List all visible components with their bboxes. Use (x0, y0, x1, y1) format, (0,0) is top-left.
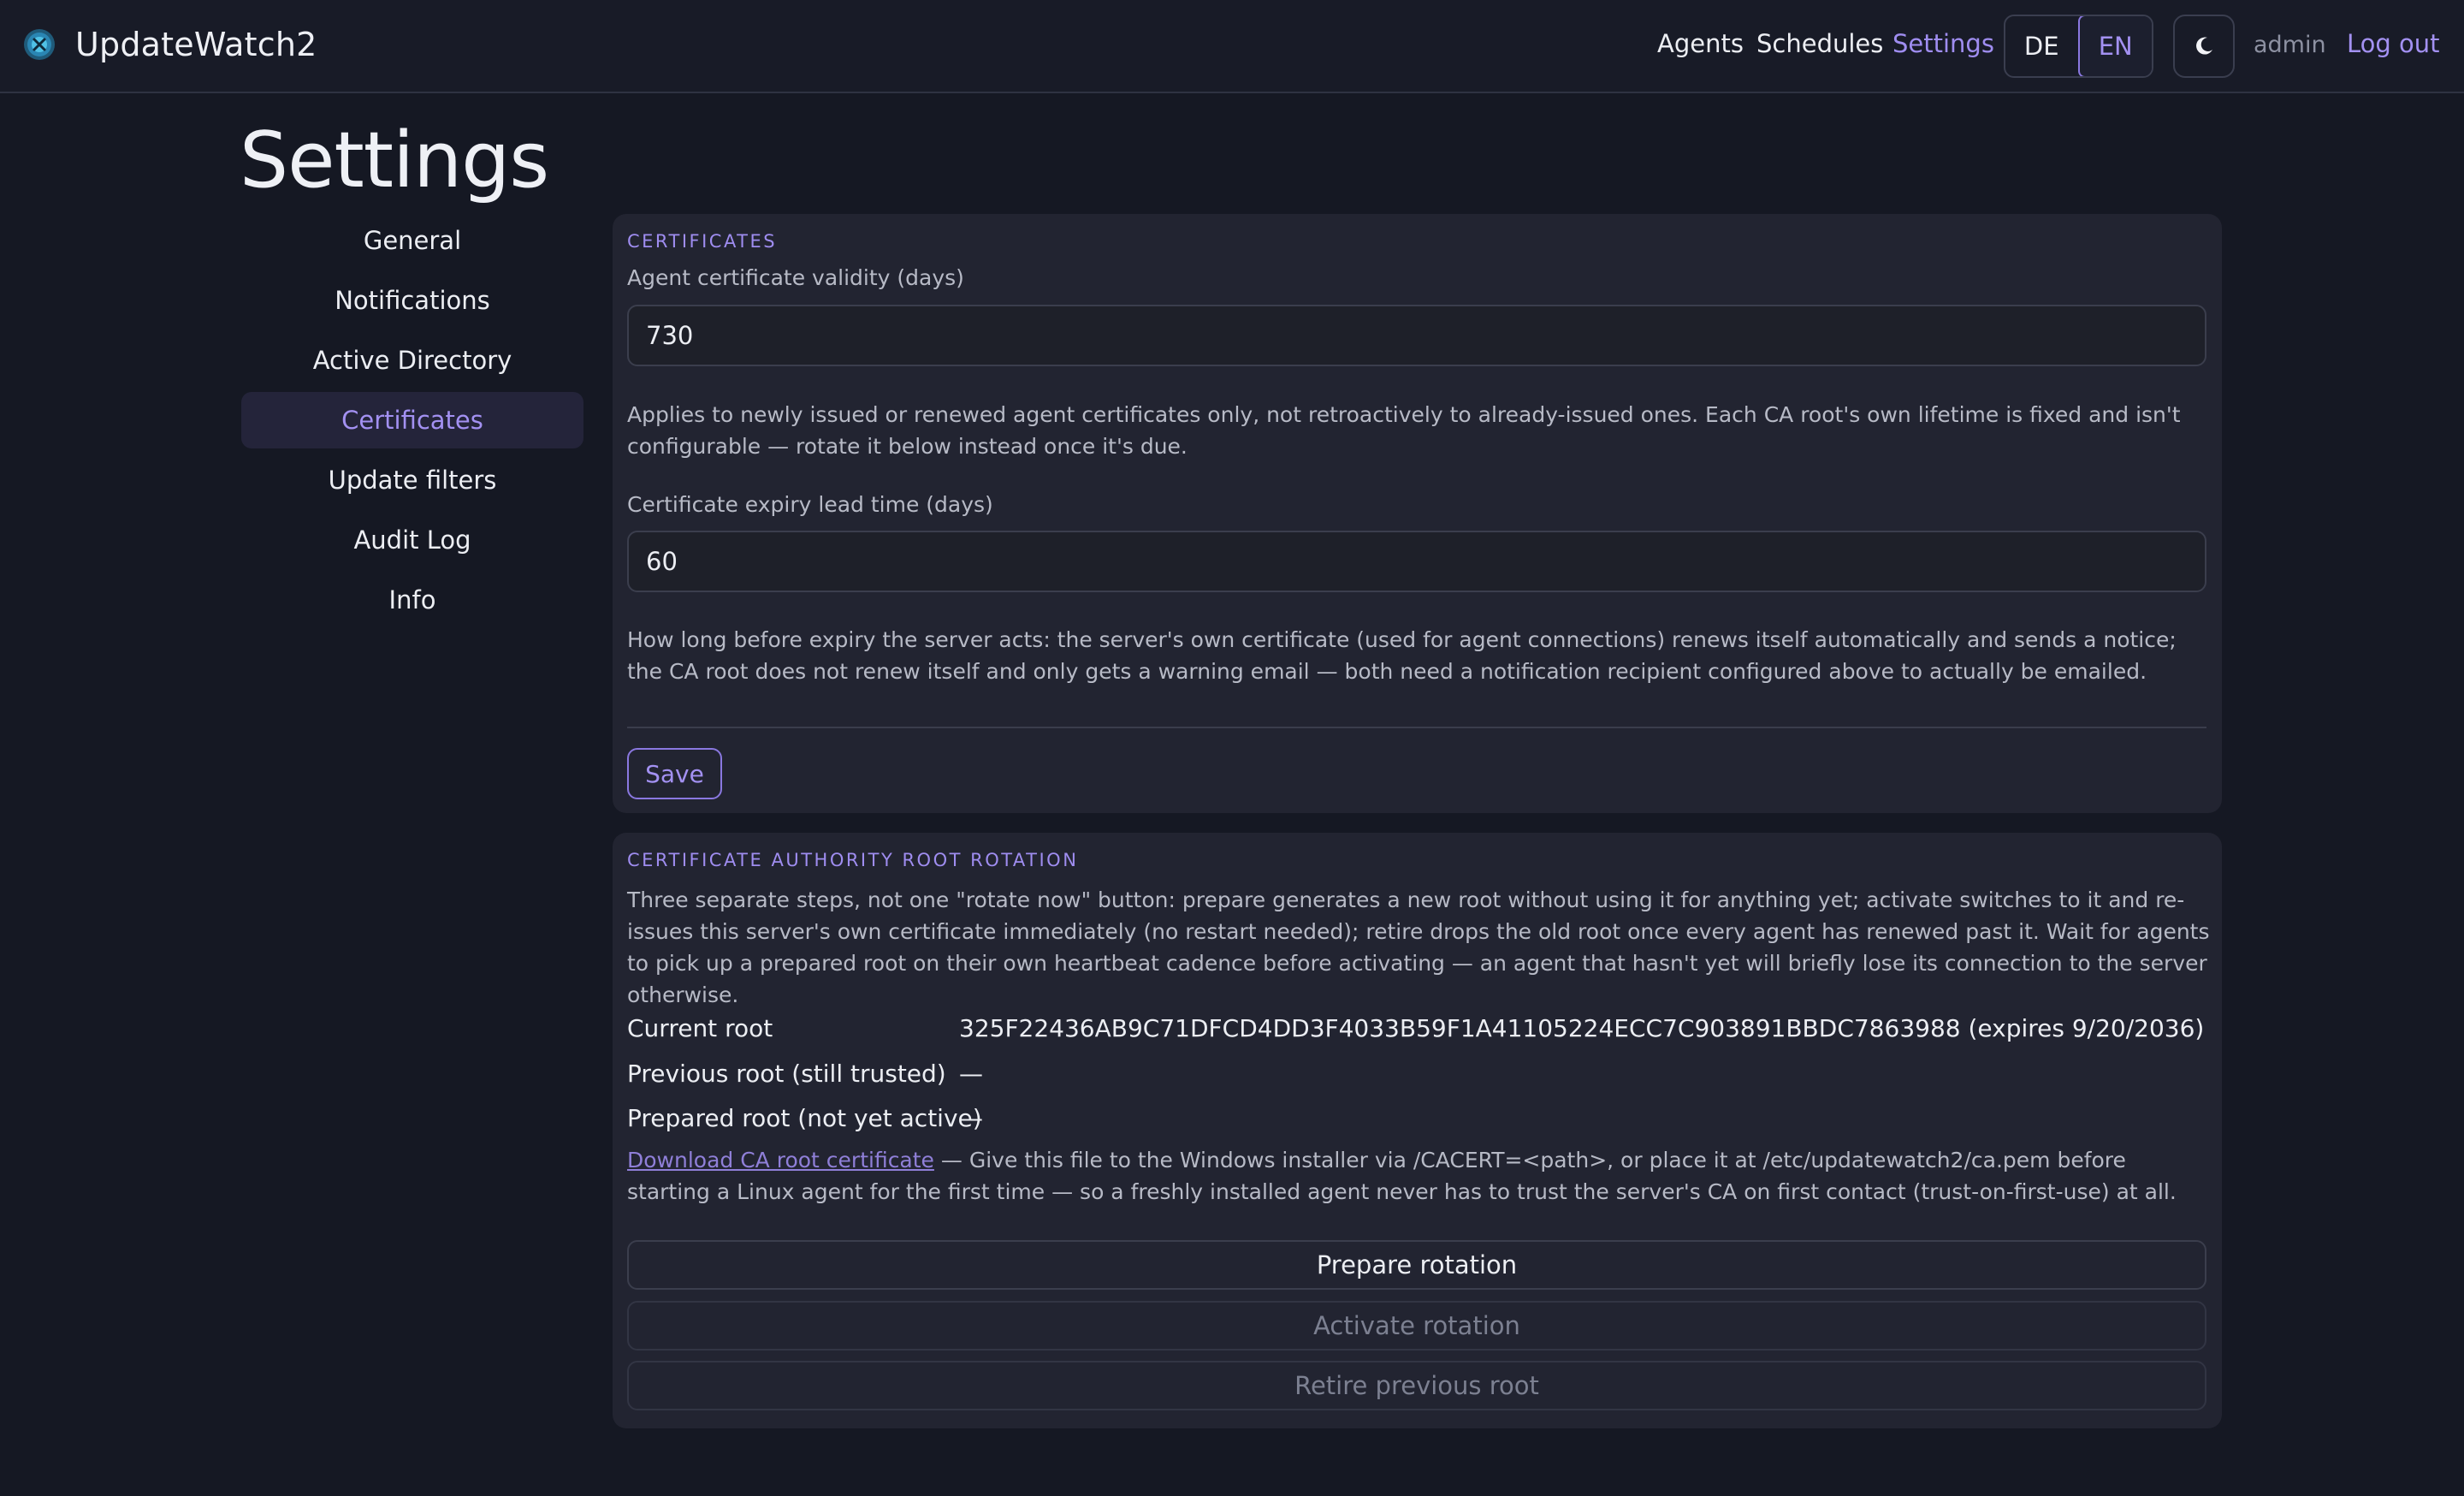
previous-root-label: Previous root (still trusted) (627, 1060, 946, 1088)
certificates-section-title: CERTIFICATES (627, 231, 778, 252)
brand[interactable]: UpdateWatch2 (22, 26, 317, 63)
panel-divider (627, 727, 2206, 728)
language-de-button[interactable]: DE (2005, 16, 2078, 76)
top-bar: UpdateWatch2 Agents Schedules Settings D… (0, 0, 2464, 93)
rotation-section-title: CERTIFICATE AUTHORITY ROOT ROTATION (627, 850, 1079, 870)
validity-label: Agent certificate validity (days) (627, 265, 964, 290)
language-en-button[interactable]: EN (2077, 16, 2152, 76)
nav-schedules[interactable]: Schedules (1756, 29, 1883, 58)
certificates-panel: CERTIFICATES Agent certificate validity … (613, 214, 2222, 813)
lead-time-help-text: How long before expiry the server acts: … (627, 627, 2177, 684)
download-ca-link[interactable]: Download CA root certificate (627, 1148, 934, 1172)
settings-sidebar: General Notifications Active Directory C… (241, 212, 583, 632)
nav-settings[interactable]: Settings (1892, 29, 1994, 58)
theme-toggle-button[interactable] (2173, 15, 2235, 78)
lead-time-label: Certificate expiry lead time (days) (627, 492, 993, 517)
retire-previous-root-button[interactable]: Retire previous root (627, 1361, 2206, 1410)
current-root-label: Current root (627, 1014, 773, 1042)
rotation-description: Three separate steps, not one "rotate no… (627, 888, 2210, 1007)
sidebar-item-update-filters[interactable]: Update filters (241, 452, 583, 508)
sidebar-item-certificates[interactable]: Certificates (241, 392, 583, 448)
sidebar-item-info[interactable]: Info (241, 572, 583, 628)
prepare-rotation-button[interactable]: Prepare rotation (627, 1240, 2206, 1290)
sidebar-item-active-directory[interactable]: Active Directory (241, 332, 583, 389)
prepared-root-value: — (959, 1104, 983, 1132)
ca-root-rotation-panel: CERTIFICATE AUTHORITY ROOT ROTATION Thre… (613, 833, 2222, 1428)
current-root-value: 325F22436AB9C71DFCD4DD3F4033B59F1A411052… (959, 1014, 2205, 1042)
sidebar-item-notifications[interactable]: Notifications (241, 272, 583, 329)
logout-link[interactable]: Log out (2347, 29, 2440, 58)
lead-time-input[interactable] (627, 531, 2206, 592)
nav-agents[interactable]: Agents (1657, 29, 1744, 58)
app-title: UpdateWatch2 (75, 26, 317, 63)
previous-root-value: — (959, 1060, 983, 1088)
language-switcher: DE EN (2004, 15, 2153, 78)
validity-input[interactable] (627, 305, 2206, 366)
sidebar-item-general[interactable]: General (241, 212, 583, 269)
download-ca-note: Download CA root certificate — Give this… (627, 1144, 2210, 1208)
moon-icon (2196, 37, 2212, 55)
validity-help-text: Applies to newly issued or renewed agent… (627, 402, 2181, 459)
prepared-root-label: Prepared root (not yet active) (627, 1104, 982, 1132)
activate-rotation-button[interactable]: Activate rotation (627, 1301, 2206, 1351)
update-watch-logo-icon (24, 29, 55, 60)
current-user: admin (2254, 32, 2326, 58)
sidebar-item-audit-log[interactable]: Audit Log (241, 512, 583, 568)
page-title: Settings (240, 116, 549, 205)
save-button[interactable]: Save (627, 748, 722, 799)
